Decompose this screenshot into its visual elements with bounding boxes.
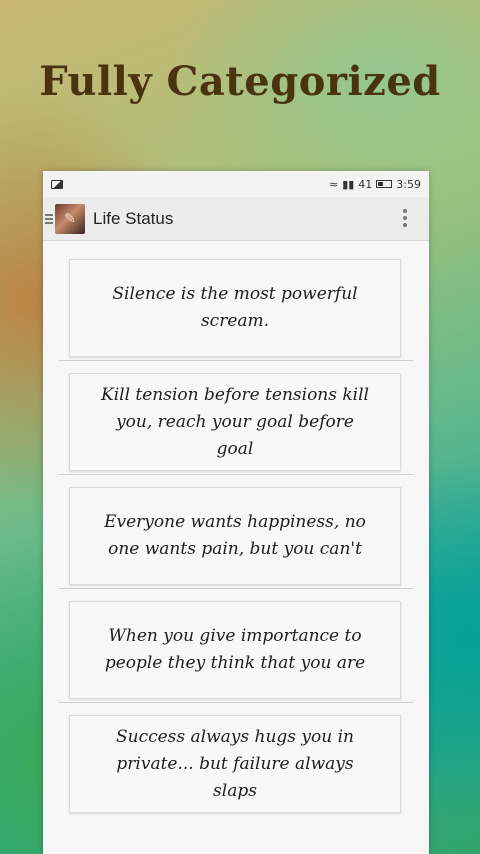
drawer-menu-icon[interactable]	[45, 213, 53, 224]
quote-text: Kill tension before tensions kill you, r…	[101, 384, 369, 459]
app-title: Life Status	[93, 208, 174, 228]
battery-level: 41	[358, 177, 373, 191]
quote-card[interactable]: When you give importance to people they …	[69, 601, 401, 699]
clock: 3:59	[396, 177, 421, 191]
overflow-menu-icon[interactable]	[403, 209, 407, 227]
image-notification-icon	[51, 179, 63, 189]
quote-card[interactable]: Success always hugs you in private... bu…	[69, 715, 401, 813]
status-bar: ≈ ▮▮ 41 3:59	[43, 171, 429, 197]
quote-text: Success always hugs you in private... bu…	[115, 726, 355, 801]
quote-card[interactable]: Silence is the most powerful scream.	[69, 259, 401, 357]
wifi-icon: ≈	[328, 177, 339, 191]
phone-screen: ≈ ▮▮ 41 3:59 ✎ Life Status Silence is th…	[43, 171, 429, 854]
app-bar: ✎ Life Status	[43, 197, 429, 241]
app-logo[interactable]: ✎	[55, 203, 85, 234]
quote-text: Silence is the most powerful scream.	[112, 284, 358, 331]
quote-text: When you give importance to people they …	[104, 626, 366, 673]
divider	[59, 702, 413, 703]
divider	[59, 360, 413, 361]
promo-headline: Fully Categorized	[39, 58, 441, 105]
divider	[59, 588, 413, 589]
quote-text: Everyone wants happiness, no one wants p…	[104, 512, 366, 559]
battery-icon	[376, 180, 393, 188]
quote-card[interactable]: Everyone wants happiness, no one wants p…	[69, 487, 401, 585]
quote-card[interactable]: Kill tension before tensions kill you, r…	[69, 373, 401, 471]
signal-icon: ▮▮	[342, 177, 355, 191]
divider	[59, 474, 413, 475]
